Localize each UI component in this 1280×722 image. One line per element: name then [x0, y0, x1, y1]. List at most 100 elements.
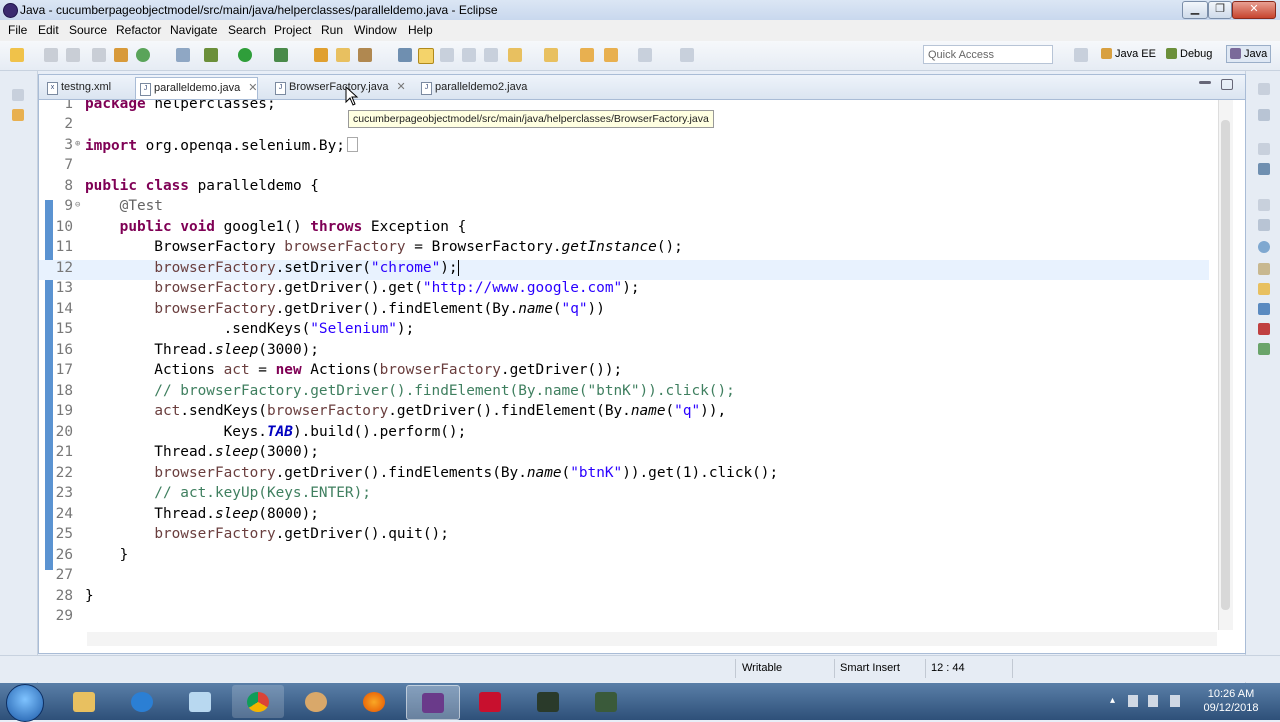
line-number: 15	[55, 321, 73, 337]
tab-testng-xml[interactable]: x testng.xml	[43, 77, 111, 98]
taskbar-chrome[interactable]	[232, 685, 284, 718]
code-line: 11 BrowserFactory browserFactory = Brows…	[39, 239, 1209, 259]
progress-icon[interactable]	[1258, 343, 1270, 355]
collapse-fold-icon[interactable]: ⊖	[75, 200, 80, 210]
taskbar-explorer[interactable]	[58, 685, 110, 718]
debug-icon[interactable]	[204, 48, 218, 62]
status-insert-mode[interactable]: Smart Insert	[840, 662, 900, 674]
save-icon[interactable]	[44, 48, 58, 62]
declaration-icon[interactable]	[1258, 263, 1270, 275]
skip-breakpoints-icon[interactable]	[176, 48, 190, 62]
previous-annotation-icon[interactable]	[544, 48, 558, 62]
java-file-icon: J	[421, 82, 432, 95]
build-icon[interactable]	[114, 48, 128, 62]
start-button[interactable]	[6, 684, 44, 722]
save-all-icon[interactable]	[66, 48, 80, 62]
junit-icon[interactable]	[1258, 323, 1270, 335]
horizontal-scrollbar[interactable]	[87, 632, 1217, 646]
new-package-icon[interactable]	[336, 48, 350, 62]
restore-outline-icon[interactable]	[1258, 143, 1270, 155]
taskbar-acrobat[interactable]	[464, 685, 516, 718]
vertical-scrollbar[interactable]	[1218, 100, 1233, 630]
tab-label: testng.xml	[61, 81, 112, 93]
code-line: 23 // act.keyUp(Keys.ENTER);	[39, 485, 1209, 505]
menu-search[interactable]: Search	[228, 23, 266, 37]
forward-icon[interactable]	[638, 48, 652, 62]
new-class-icon[interactable]	[358, 48, 372, 62]
perspective-java-ee[interactable]: Java EE	[1101, 48, 1156, 60]
volume-icon[interactable]	[1148, 695, 1158, 707]
taskbar-app[interactable]	[580, 685, 632, 718]
perspective-java[interactable]: Java	[1226, 45, 1272, 63]
minimize-button[interactable]: ▁	[1182, 1, 1208, 19]
last-edit-icon[interactable]	[580, 48, 594, 62]
pin-editor-icon[interactable]	[680, 48, 694, 62]
task-list-icon[interactable]	[1258, 109, 1270, 121]
close-tab-icon[interactable]: ✕	[396, 81, 405, 93]
tab-path-tooltip: cucumberpageobjectmodel/src/main/java/he…	[348, 110, 714, 128]
code-line: 27	[39, 567, 1209, 587]
network-icon[interactable]	[1128, 695, 1138, 707]
show-selected-icon[interactable]	[484, 48, 498, 62]
print-icon[interactable]	[92, 48, 106, 62]
menu-window[interactable]: Window	[354, 23, 397, 37]
run-icon[interactable]	[238, 48, 252, 62]
toggle-block-icon[interactable]	[440, 48, 454, 62]
folded-imports-icon[interactable]	[346, 137, 358, 152]
taskbar-firefox[interactable]	[348, 685, 400, 718]
menu-run[interactable]: Run	[321, 23, 343, 37]
menu-help[interactable]: Help	[408, 23, 433, 37]
maximize-button[interactable]: ❐	[1208, 1, 1232, 19]
minimize-editor-icon[interactable]	[1199, 81, 1211, 84]
scrollbar-thumb[interactable]	[1221, 120, 1230, 610]
taskbar-terminal[interactable]	[522, 685, 574, 718]
menu-navigate[interactable]: Navigate	[170, 23, 217, 37]
menu-refactor[interactable]: Refactor	[116, 23, 161, 37]
new-java-project-icon[interactable]	[314, 48, 328, 62]
new-icon[interactable]	[10, 48, 24, 62]
tab-browserfactory[interactable]: J BrowserFactory.java ✕	[271, 77, 406, 98]
show-whitespace-icon[interactable]	[462, 48, 476, 62]
tab-paralleldemo2[interactable]: Jparalleldemo2.java	[417, 77, 527, 98]
open-perspective-icon[interactable]	[1074, 48, 1088, 62]
close-button[interactable]: ✕	[1232, 1, 1276, 19]
code-text: Actions act = new Actions(browserFactory…	[85, 362, 623, 378]
code-area[interactable]: 1 package helperclasses; 2 3 ⊕ import org.o…	[39, 100, 1219, 630]
servers-icon[interactable]	[1258, 283, 1270, 295]
line-number: 2	[64, 116, 73, 132]
problems-icon[interactable]	[1258, 219, 1270, 231]
window-titlebar: Java - cucumberpageobjectmodel/src/main/…	[0, 0, 1280, 21]
package-explorer-icon[interactable]	[12, 109, 24, 121]
mark-occurrences-icon[interactable]	[418, 48, 434, 64]
back-icon[interactable]	[604, 48, 618, 62]
menu-project[interactable]: Project	[274, 23, 311, 37]
code-text: .sendKeys("Selenium");	[85, 321, 415, 337]
restore-icon[interactable]	[12, 89, 24, 101]
taskbar-notes[interactable]	[174, 685, 226, 718]
taskbar-paint[interactable]	[290, 685, 342, 718]
code-line: 25 browserFactory.getDriver().quit();	[39, 526, 1209, 546]
menu-edit[interactable]: Edit	[38, 23, 59, 37]
maximize-editor-icon[interactable]	[1221, 79, 1233, 90]
system-clock[interactable]: 10:26 AM 09/12/2018	[1196, 687, 1266, 715]
javadoc-icon[interactable]	[1258, 241, 1270, 253]
coverage-icon[interactable]	[274, 48, 288, 62]
quick-access-input[interactable]: Quick Access	[923, 45, 1053, 64]
open-type-icon[interactable]	[398, 48, 412, 62]
menu-file[interactable]: File	[8, 23, 27, 37]
close-tab-icon[interactable]: ✕	[248, 82, 257, 94]
action-center-icon[interactable]	[1170, 695, 1180, 707]
refresh-icon[interactable]	[136, 48, 150, 62]
expand-fold-icon[interactable]: ⊕	[75, 139, 80, 149]
console-icon[interactable]	[1258, 303, 1270, 315]
outline-icon[interactable]	[1258, 163, 1270, 175]
tab-paralleldemo[interactable]: Jparalleldemo.java ✕	[135, 77, 259, 99]
restore-bottom-icon[interactable]	[1258, 199, 1270, 211]
menu-source[interactable]: Source	[69, 23, 107, 37]
restore-right-icon[interactable]	[1258, 83, 1270, 95]
taskbar-ie[interactable]	[116, 685, 168, 718]
perspective-debug[interactable]: Debug	[1166, 48, 1212, 60]
next-annotation-icon[interactable]	[508, 48, 522, 62]
show-hidden-icons[interactable]: ▴	[1110, 695, 1122, 707]
taskbar-eclipse[interactable]	[406, 685, 460, 720]
